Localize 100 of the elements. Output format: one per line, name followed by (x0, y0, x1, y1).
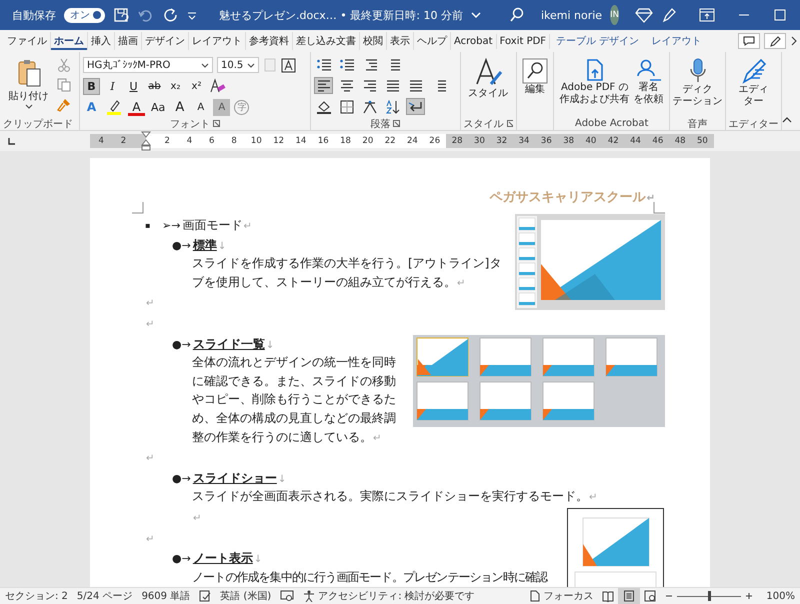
ribbon-tab[interactable]: デザイン (142, 32, 189, 50)
display-settings-icon[interactable] (280, 590, 294, 602)
dialog-launcher-icon[interactable] (393, 120, 400, 127)
zoom-in-icon[interactable] (745, 592, 754, 600)
editing-button[interactable]: 編集 (522, 54, 548, 117)
paragraph-mark: ↵ (146, 318, 154, 330)
ruler-number: 2 (163, 135, 171, 148)
pen-icon[interactable] (660, 7, 677, 23)
ribbon-tab[interactable]: ヘルプ (414, 32, 451, 50)
acrobat-button[interactable]: 署名 を依頼 (634, 54, 664, 117)
focus-button[interactable]: フォーカス (529, 589, 594, 603)
format-painter-icon[interactable] (56, 98, 70, 112)
highlight-button[interactable] (104, 98, 124, 116)
font-style-button[interactable]: x² (188, 78, 205, 94)
accessibility-icon (303, 590, 316, 602)
redo-icon[interactable] (163, 7, 179, 23)
chevron-down-icon[interactable] (470, 10, 481, 20)
dialog-launcher-icon[interactable] (506, 120, 513, 127)
copy-icon[interactable] (56, 78, 70, 92)
font-style-button[interactable]: ab (146, 78, 163, 94)
ribbon-tab[interactable]: 参考資料 (246, 32, 293, 50)
cut-icon[interactable] (56, 58, 70, 72)
list-marker: ●→ (172, 336, 191, 353)
caret-icon (201, 62, 209, 68)
ruler-number: 16 (316, 135, 330, 148)
autosave-toggle[interactable]: オン (64, 8, 105, 22)
accessibility-status[interactable]: アクセシビリティ: 検討が必要です (303, 589, 475, 603)
ribbon-display-icon[interactable] (698, 8, 715, 22)
zoom-level[interactable]: 100% (766, 590, 795, 602)
font-effect-button[interactable]: A (83, 98, 100, 116)
ribbon-tab[interactable]: ホーム (51, 32, 88, 50)
ribbon-tab[interactable]: Foxit PDF (496, 34, 550, 48)
sort-icon[interactable] (383, 98, 402, 115)
paste-button[interactable]: 貼り付け (8, 54, 48, 117)
ruler-number: 38 (562, 135, 576, 148)
styles-button[interactable]: スタイル (468, 54, 508, 117)
font-style-button[interactable]: x₂ (167, 78, 184, 94)
acrobat-button[interactable]: Adobe PDF の 作成および共有 (560, 54, 630, 117)
ribbon-tab[interactable]: ファイル (4, 32, 51, 50)
search-icon[interactable] (508, 7, 525, 23)
ruler-number: 32 (495, 135, 508, 148)
person-signature-icon (636, 58, 662, 82)
tab-stop-icon[interactable] (6, 136, 16, 146)
proofing-icon[interactable] (199, 590, 212, 602)
ribbon-tab[interactable]: テーブル デザイン (550, 32, 646, 50)
document-title[interactable]: 魅せるプレゼン.docx… • 最終更新日時: 10 分前 (219, 8, 463, 22)
save-icon[interactable] (113, 7, 129, 23)
word-count[interactable]: 9609 単語 (142, 589, 190, 603)
ribbon-tab[interactable]: レイアウト (189, 32, 246, 50)
user-avatar[interactable]: IN (610, 5, 619, 25)
paragraph-mark-icon[interactable] (406, 98, 426, 115)
comment-button[interactable] (738, 33, 760, 49)
font-size-field[interactable]: 10.5 (217, 57, 259, 73)
line-break-mark: ↓ (278, 472, 286, 487)
maximize-icon[interactable] (772, 8, 787, 22)
font-effect-button[interactable]: Aa (149, 98, 168, 116)
dictate-button[interactable]: ディク テーション (672, 54, 723, 117)
ribbon-tab[interactable]: Acrobat (451, 34, 497, 48)
font-style-button[interactable]: U (125, 78, 142, 94)
font-name-field[interactable]: HG丸ｺﾞｼｯｸM-PRO (83, 57, 213, 73)
ribbon-tab[interactable]: 校閲 (360, 32, 387, 50)
editor-button[interactable]: エディ ター (738, 54, 769, 117)
font-effect-button[interactable]: A (128, 98, 145, 116)
zoom-slider-thumb[interactable] (708, 591, 712, 601)
print-layout-icon[interactable] (618, 588, 640, 604)
dialog-launcher-icon[interactable] (213, 120, 220, 127)
ribbon-tab[interactable]: 差し込み文書 (293, 32, 360, 50)
collapse-ribbon-icon[interactable] (782, 116, 792, 124)
ribbon-tab[interactable]: 描画 (115, 32, 142, 50)
section-indicator[interactable]: セクション: 2 (5, 589, 68, 603)
character-border-icon[interactable] (281, 58, 296, 72)
font-style-button[interactable]: I (104, 78, 121, 94)
ruler-number: 46 (651, 135, 664, 148)
list-marker: ➢→ (162, 218, 180, 234)
ruler-number: 42 (606, 135, 620, 148)
page-indicator[interactable]: 5/24 ページ (76, 589, 133, 603)
align-left-icon[interactable] (314, 77, 334, 94)
language-indicator[interactable]: 英語 (米国) (220, 589, 272, 603)
font-effect-button[interactable]: A (171, 98, 188, 116)
diamond-icon[interactable] (634, 7, 653, 23)
header-text: ペガサスキャリアスクール↵ (490, 189, 655, 207)
ribbon-tab[interactable]: 表示 (387, 32, 414, 50)
group-label: エディター (728, 118, 779, 130)
ruler-number: 40 (584, 135, 598, 148)
font-style-button[interactable]: B (83, 78, 100, 94)
font-effect-button[interactable]: A (213, 98, 230, 116)
body-paragraph: 全体の流れとデザインの統一性を同時に確認できる。また、スライドの移動やコピー、削除も行うことができるため、全体の構成の見直しなどの最終調整の作業を行うのに適している。↵ (192, 355, 396, 444)
scroll-right-icon[interactable] (790, 34, 798, 48)
ruler-number: 22 (384, 135, 397, 148)
ribbon-tab[interactable]: 挿入 (88, 32, 115, 50)
clear-formatting-icon[interactable] (209, 78, 227, 94)
zoom-slider[interactable] (677, 591, 742, 601)
font-effect-button[interactable]: A (192, 98, 210, 116)
list-marker: ●→ (172, 551, 191, 568)
focus-icon (529, 590, 540, 602)
ruler-number: 20 (361, 135, 374, 148)
indent-marker-icon[interactable] (141, 131, 151, 151)
editing-mode-button[interactable] (764, 33, 786, 49)
ribbon-tab[interactable]: レイアウト (645, 32, 708, 50)
ruler-number: 28 (450, 135, 464, 148)
